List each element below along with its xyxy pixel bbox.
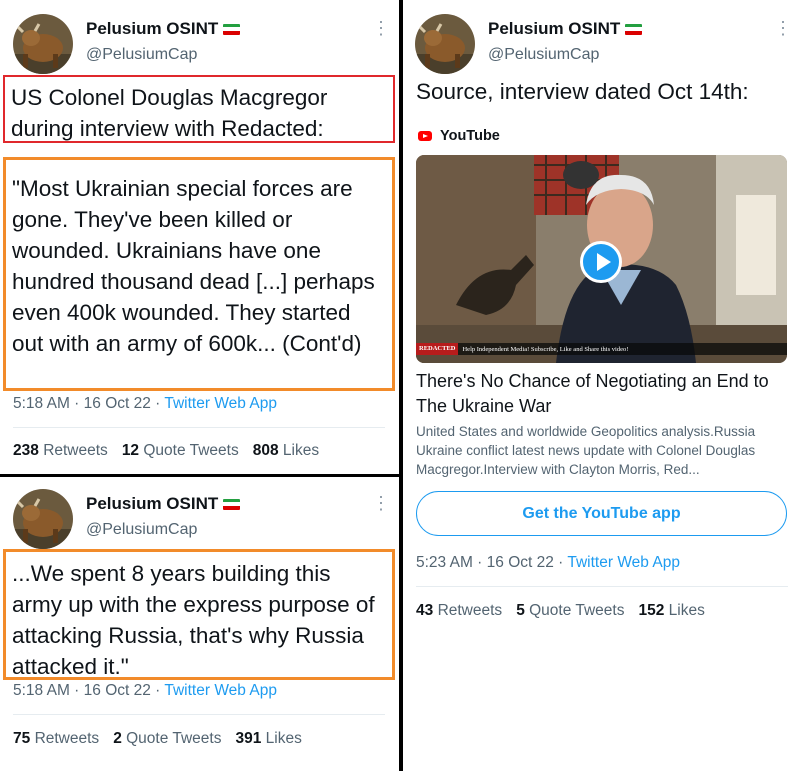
retweets-stat[interactable]: 75 Retweets xyxy=(13,730,99,748)
tweet-quote: "Most Ukrainian special forces are gone.… xyxy=(12,176,375,356)
quote-tweets-stat[interactable]: 5 Quote Tweets xyxy=(516,602,624,620)
play-icon[interactable] xyxy=(580,241,622,283)
tweet-meta: 5:23 AM · 16 Oct 22 · Twitter Web App xyxy=(416,554,680,571)
more-options-icon[interactable]: ⋮ xyxy=(372,19,390,37)
quote-tweets-stat[interactable]: 2 Quote Tweets xyxy=(113,730,221,748)
likes-stat[interactable]: 152 Likes xyxy=(638,602,704,620)
get-youtube-app-button[interactable]: Get the YouTube app xyxy=(416,491,787,536)
thumbnail-banner: REDACTED Help Independent Media! Subscri… xyxy=(416,343,787,355)
display-name[interactable]: Pelusium OSINT xyxy=(488,18,643,40)
tweet-time[interactable]: 5:23 AM xyxy=(416,554,473,571)
more-options-icon[interactable]: ⋮ xyxy=(774,19,792,37)
avatar-icon xyxy=(13,14,73,74)
tweet-app-link[interactable]: Twitter Web App xyxy=(164,395,277,412)
retweets-stat[interactable]: 238 Retweets xyxy=(13,442,108,460)
more-options-icon[interactable]: ⋮ xyxy=(372,494,390,512)
handle[interactable]: @PelusiumCap xyxy=(86,44,240,66)
avatar[interactable] xyxy=(13,489,73,549)
divider xyxy=(13,714,385,715)
retweets-stat[interactable]: 43 Retweets xyxy=(416,602,502,620)
youtube-logo-icon xyxy=(418,131,432,141)
card-source[interactable]: YouTube xyxy=(418,128,500,144)
display-name[interactable]: Pelusium OSINT xyxy=(86,18,241,40)
avatar-icon xyxy=(415,14,475,74)
tweet-stats: 43 Retweets 5 Quote Tweets 152 Likes xyxy=(416,602,705,620)
avatar[interactable] xyxy=(415,14,475,74)
tweet-date[interactable]: 16 Oct 22 xyxy=(84,395,151,412)
highlight-box-orange: "Most Ukrainian special forces are gone.… xyxy=(3,157,395,391)
tweet-date[interactable]: 16 Oct 22 xyxy=(84,682,151,699)
display-name[interactable]: Pelusium OSINT xyxy=(86,493,241,515)
tweet-panel-1: Pelusium OSINT @PelusiumCap ⋮ US Colonel… xyxy=(0,0,399,474)
quote-tweets-stat[interactable]: 12 Quote Tweets xyxy=(122,442,239,460)
tweet-text: Source, interview dated Oct 14th: xyxy=(416,79,749,104)
likes-stat[interactable]: 391 Likes xyxy=(235,730,301,748)
tweet-meta: 5:18 AM · 16 Oct 22 · Twitter Web App xyxy=(13,682,277,699)
avatar[interactable] xyxy=(13,14,73,74)
card-title[interactable]: There's No Chance of Negotiating an End … xyxy=(416,369,786,419)
tweet-quote: ...We spent 8 years building this army u… xyxy=(12,561,375,679)
iran-flag-icon xyxy=(625,23,643,35)
likes-stat[interactable]: 808 Likes xyxy=(253,442,319,460)
tweet-panel-2: Pelusium OSINT @PelusiumCap ⋮ ...We spen… xyxy=(0,477,399,771)
divider xyxy=(13,427,385,428)
tweet-text: US Colonel Douglas Macgregor during inte… xyxy=(11,85,328,141)
tweet-author: Pelusium OSINT @PelusiumCap xyxy=(415,14,643,74)
handle[interactable]: @PelusiumCap xyxy=(86,519,240,541)
iran-flag-icon xyxy=(223,498,241,510)
tweet-time[interactable]: 5:18 AM xyxy=(13,395,70,412)
tweet-time[interactable]: 5:18 AM xyxy=(13,682,70,699)
tweet-author: Pelusium OSINT @PelusiumCap xyxy=(13,14,241,74)
divider xyxy=(416,586,788,587)
tweet-stats: 75 Retweets 2 Quote Tweets 391 Likes xyxy=(13,730,302,748)
card-description: United States and worldwide Geopolitics … xyxy=(416,424,756,477)
tweet-app-link[interactable]: Twitter Web App xyxy=(164,682,277,699)
handle[interactable]: @PelusiumCap xyxy=(488,44,642,66)
tweet-stats: 238 Retweets 12 Quote Tweets 808 Likes xyxy=(13,442,319,460)
tweet-meta: 5:18 AM · 16 Oct 22 · Twitter Web App xyxy=(13,395,277,412)
iran-flag-icon xyxy=(223,23,241,35)
tweet-date[interactable]: 16 Oct 22 xyxy=(487,554,554,571)
tweet-author: Pelusium OSINT @PelusiumCap xyxy=(13,489,241,549)
tweet-panel-3: Pelusium OSINT @PelusiumCap ⋮ Source, in… xyxy=(403,0,800,771)
highlight-box-orange: ...We spent 8 years building this army u… xyxy=(3,549,395,680)
highlight-box-red: US Colonel Douglas Macgregor during inte… xyxy=(3,75,395,143)
video-thumbnail[interactable]: REDACTED Help Independent Media! Subscri… xyxy=(416,155,787,363)
avatar-icon xyxy=(13,489,73,549)
tweet-app-link[interactable]: Twitter Web App xyxy=(567,554,680,571)
